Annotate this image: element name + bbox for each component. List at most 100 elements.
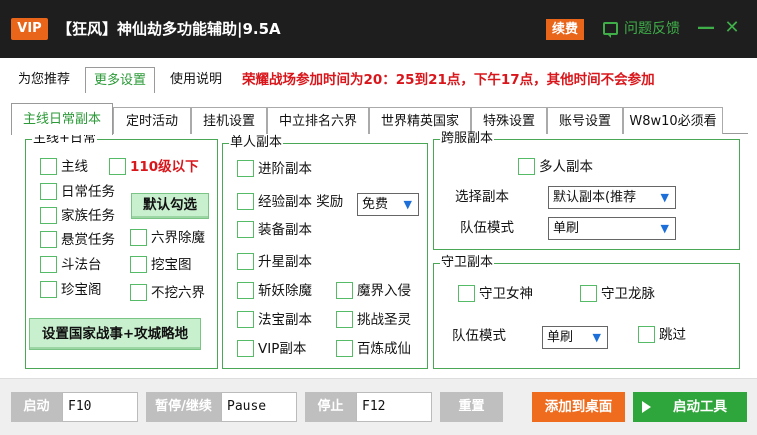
guard-dragon-checkbox[interactable] — [580, 285, 597, 302]
treasure-pavilion-label: 珍宝阁 — [61, 282, 102, 298]
stop-hotkey-input[interactable]: F12 — [356, 392, 432, 422]
vip-badge[interactable]: VIP — [11, 18, 48, 40]
launch-tool-label: 启动工具 — [673, 399, 727, 415]
single-dungeon-legend: 单人副本 — [230, 135, 283, 150]
skip-checkbox[interactable] — [638, 326, 655, 343]
feedback-link[interactable]: 问题反馈 — [624, 19, 680, 40]
family-task-label: 家族任务 — [61, 208, 115, 224]
feedback-icon[interactable] — [603, 22, 618, 38]
start-hotkey-label: 启动 — [11, 392, 62, 422]
no-dig-six-checkbox[interactable] — [130, 284, 147, 301]
main-line-checkbox[interactable] — [40, 158, 57, 175]
nation-war-settings-button[interactable]: 设置国家战事+攻城略地 — [29, 318, 201, 350]
tab-recommend[interactable]: 为您推荐 — [11, 67, 77, 93]
cross-team-mode-select[interactable]: 单刷 ▼ — [548, 217, 676, 240]
tab-more-settings[interactable]: 更多设置 — [85, 67, 155, 93]
magic-weapon-checkbox[interactable] — [237, 311, 254, 328]
no-dig-six-label: 不挖六界 — [151, 285, 205, 301]
add-to-desktop-button[interactable]: 添加到桌面 — [532, 392, 625, 422]
notice-text: 荣耀战场参加时间为20：25到21点，下午17点，其他时间不会参加 — [242, 72, 655, 88]
select-dungeon-label: 选择副本 — [455, 189, 509, 205]
magic-weapon-label: 法宝副本 — [258, 312, 312, 328]
experience-dungeon-checkbox[interactable] — [237, 193, 254, 210]
reward-select[interactable]: 免费 ▼ — [357, 193, 419, 216]
cross-team-mode-value: 单刷 — [553, 221, 580, 236]
slay-demon-label: 斩妖除魔 — [258, 283, 312, 299]
skip-label: 跳过 — [659, 327, 686, 343]
tab-timed-events[interactable]: 定时活动 — [113, 107, 191, 134]
tab-account-settings[interactable]: 账号设置 — [547, 107, 623, 134]
demon-invasion-label: 魔界入侵 — [357, 283, 411, 299]
stop-hotkey-label: 停止 — [305, 392, 356, 422]
sub-tabs: 主线日常副本 定时活动 挂机设置 中立排名六界 世界精英国家 特殊设置 账号设置… — [11, 101, 748, 135]
refine-immortal-label: 百炼成仙 — [357, 341, 411, 357]
chevron-down-icon: ▼ — [660, 222, 669, 235]
experience-dungeon-label: 经验副本 奖励 — [258, 194, 344, 210]
upgrade-dungeon-label: 升星副本 — [258, 254, 312, 270]
close-button[interactable]: ✕ — [722, 17, 742, 39]
reset-button[interactable]: 重置 — [440, 392, 503, 422]
challenge-sage-label: 挑战圣灵 — [357, 312, 411, 328]
slay-demon-checkbox[interactable] — [237, 282, 254, 299]
app-title: 【狂风】神仙劫多功能辅助|9.5A — [57, 20, 281, 38]
bounty-task-label: 悬赏任务 — [61, 232, 115, 248]
six-realms-label: 六界除魔 — [151, 230, 205, 246]
guard-legend: 守卫副本 — [441, 255, 494, 270]
six-realms-checkbox[interactable] — [130, 229, 147, 246]
equipment-dungeon-label: 装备副本 — [258, 222, 312, 238]
tab-afk-settings[interactable]: 挂机设置 — [191, 107, 267, 134]
launch-tool-button[interactable]: 启动工具 — [633, 392, 747, 422]
advanced-dungeon-label: 进阶副本 — [258, 161, 312, 177]
tab-world-elite[interactable]: 世界精英国家 — [369, 107, 471, 134]
family-task-checkbox[interactable] — [40, 207, 57, 224]
treasure-pavilion-checkbox[interactable] — [40, 281, 57, 298]
equipment-dungeon-checkbox[interactable] — [237, 221, 254, 238]
default-check-button[interactable]: 默认勾选 — [131, 193, 209, 219]
guard-goddess-label: 守卫女神 — [479, 286, 533, 302]
cross-server-legend: 跨服副本 — [441, 131, 494, 146]
below-110-label: 110级以下 — [130, 159, 199, 175]
dungeon-select-value: 默认副本(推荐 — [553, 190, 637, 205]
challenge-sage-checkbox[interactable] — [336, 311, 353, 328]
tab-special-settings[interactable]: 特殊设置 — [471, 107, 547, 134]
renew-button[interactable]: 续费 — [546, 19, 584, 40]
guard-goddess-checkbox[interactable] — [458, 285, 475, 302]
multi-dungeon-label: 多人副本 — [539, 159, 593, 175]
demon-invasion-checkbox[interactable] — [336, 282, 353, 299]
tab-neutral-ranking[interactable]: 中立排名六界 — [267, 107, 369, 134]
title-bar: VIP 【狂风】神仙劫多功能辅助|9.5A 续费 问题反馈 — ✕ — [0, 0, 757, 58]
main-line-label: 主线 — [61, 159, 88, 175]
chevron-down-icon: ▼ — [592, 331, 601, 344]
chevron-down-icon: ▼ — [403, 198, 412, 211]
refine-immortal-checkbox[interactable] — [336, 340, 353, 357]
pause-hotkey-label: 暂停/继续 — [146, 392, 221, 422]
start-hotkey-input[interactable]: F10 — [62, 392, 138, 422]
arena-checkbox[interactable] — [40, 256, 57, 273]
pause-hotkey-input[interactable]: Pause — [221, 392, 297, 422]
guard-team-mode-label: 队伍模式 — [452, 328, 506, 344]
guard-dragon-label: 守卫龙脉 — [601, 286, 655, 302]
guard-team-mode-value: 单刷 — [547, 330, 574, 345]
daily-task-label: 日常任务 — [61, 184, 115, 200]
advanced-dungeon-checkbox[interactable] — [237, 160, 254, 177]
multi-dungeon-checkbox[interactable] — [518, 158, 535, 175]
arena-label: 斗法台 — [61, 257, 102, 273]
treasure-map-checkbox[interactable] — [130, 256, 147, 273]
vip-dungeon-checkbox[interactable] — [237, 340, 254, 357]
tab-main-daily[interactable]: 主线日常副本 — [11, 103, 113, 135]
dungeon-select[interactable]: 默认副本(推荐 ▼ — [548, 186, 676, 209]
reward-select-value: 免费 — [362, 197, 389, 212]
tab-instructions[interactable]: 使用说明 — [163, 67, 229, 93]
chevron-down-icon: ▼ — [660, 191, 669, 204]
vip-dungeon-label: VIP副本 — [258, 341, 307, 357]
below-110-checkbox[interactable] — [109, 158, 126, 175]
minimize-button[interactable]: — — [696, 17, 716, 39]
upgrade-dungeon-checkbox[interactable] — [237, 253, 254, 270]
play-icon — [642, 401, 651, 413]
daily-task-checkbox[interactable] — [40, 183, 57, 200]
tab-w8w10-must-read[interactable]: W8w10必须看 — [623, 107, 723, 134]
cross-team-mode-label: 队伍模式 — [460, 220, 514, 236]
bounty-task-checkbox[interactable] — [40, 231, 57, 248]
guard-team-mode-select[interactable]: 单刷 ▼ — [542, 326, 608, 349]
guard-group: 守卫副本 — [433, 256, 740, 369]
